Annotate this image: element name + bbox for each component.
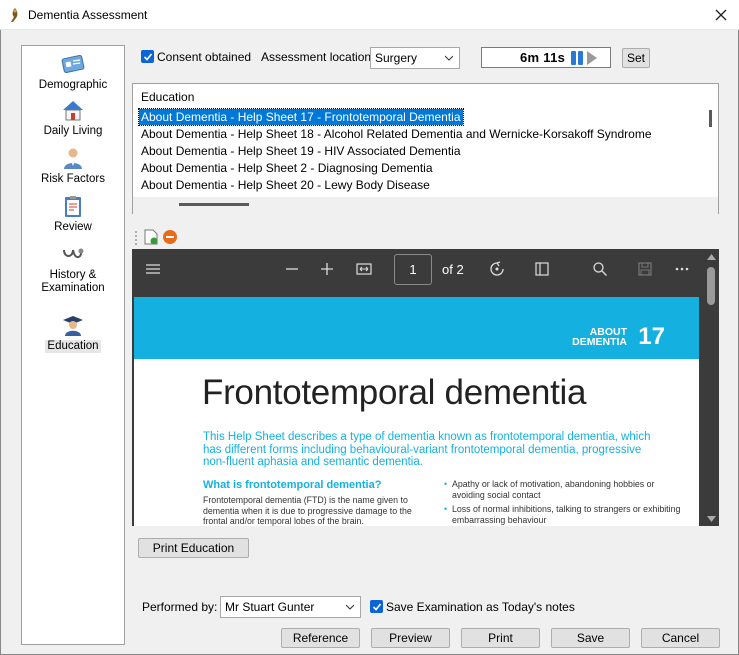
document-bullets: Apathy or lack of motivation, abandoning… bbox=[444, 479, 689, 526]
page-number-input[interactable]: 1 bbox=[394, 254, 432, 285]
preview-button[interactable]: Preview bbox=[371, 628, 450, 648]
timer-value: 6m 11s bbox=[520, 50, 566, 65]
location-select[interactable]: Surgery bbox=[370, 47, 460, 69]
play-icon[interactable] bbox=[586, 50, 598, 66]
help-sheet-number: 17 bbox=[638, 323, 665, 350]
pdf-page: ABOUT DEMENTIA 17 Frontotemporal dementi… bbox=[134, 297, 699, 526]
fit-width-icon[interactable] bbox=[356, 261, 372, 277]
save-exam-checkbox[interactable] bbox=[370, 600, 383, 613]
id-card-icon bbox=[61, 54, 85, 74]
band-dementia: DEMENTIA bbox=[572, 336, 627, 348]
sidebar-item-label: Review bbox=[54, 221, 92, 233]
performed-by-select[interactable]: Mr Stuart Gunter bbox=[220, 596, 361, 618]
app-logo-icon bbox=[11, 7, 18, 22]
reference-button[interactable]: Reference bbox=[281, 628, 360, 648]
pdf-vertical-scrollbar[interactable] bbox=[704, 254, 719, 526]
stethoscope-icon bbox=[63, 248, 84, 259]
location-label: Assessment location: bbox=[261, 50, 375, 64]
sidebar-item-label: History & bbox=[49, 269, 97, 281]
remove-icon[interactable] bbox=[162, 229, 178, 245]
save-disk-icon[interactable] bbox=[637, 261, 653, 277]
checkmark-icon bbox=[372, 602, 381, 611]
more-options-icon[interactable] bbox=[674, 261, 690, 277]
list-item[interactable]: About Dementia - Help Sheet 19 - HIV Ass… bbox=[139, 143, 463, 159]
scroll-down-icon[interactable] bbox=[707, 516, 716, 522]
save-exam-label: Save Examination as Today's notes bbox=[386, 600, 575, 614]
save-button[interactable]: Save bbox=[551, 628, 630, 648]
page-view-icon[interactable] bbox=[534, 261, 550, 277]
document-toolbar bbox=[132, 226, 719, 248]
graduate-icon bbox=[63, 316, 83, 336]
education-list[interactable]: Education About Dementia - Help Sheet 17… bbox=[132, 83, 719, 214]
new-document-icon[interactable] bbox=[144, 229, 158, 245]
sidebar-item-label: Risk Factors bbox=[41, 173, 105, 185]
list-item[interactable]: About Dementia - Help Sheet 2 - Diagnosi… bbox=[139, 160, 435, 176]
scroll-up-icon[interactable] bbox=[707, 254, 716, 260]
sidebar-item-daily-living[interactable]: Daily Living bbox=[22, 98, 124, 138]
horizontal-scrollbar-thumb[interactable] bbox=[179, 203, 249, 206]
close-icon bbox=[715, 9, 727, 21]
education-header: Education bbox=[141, 90, 195, 104]
timer-display: 6m 11s bbox=[481, 47, 611, 68]
document-intro: This Help Sheet describes a type of deme… bbox=[203, 431, 651, 468]
bullet-item: Apathy or lack of motivation, abandoning… bbox=[444, 479, 689, 500]
band-label: ABOUT DEMENTIA bbox=[572, 327, 627, 348]
list-item[interactable]: About Dementia - Help Sheet 17 - Frontot… bbox=[138, 108, 464, 126]
sidebar-item-label: Examination bbox=[41, 282, 105, 294]
zoom-out-icon[interactable] bbox=[284, 261, 300, 277]
menu-icon[interactable] bbox=[145, 261, 161, 277]
sidebar-item-review[interactable]: Review bbox=[22, 194, 124, 234]
rotate-icon[interactable] bbox=[489, 261, 505, 277]
bullet-item: Loss of normal inhibitions, talking to s… bbox=[444, 504, 689, 525]
print-button[interactable]: Print bbox=[461, 628, 540, 648]
doctor-icon bbox=[64, 148, 82, 169]
pause-icon[interactable] bbox=[570, 50, 584, 66]
zoom-in-icon[interactable] bbox=[319, 261, 335, 277]
window-title: Dementia Assessment bbox=[28, 7, 148, 22]
pdf-scrollbar-thumb[interactable] bbox=[707, 267, 715, 305]
list-item[interactable]: About Dementia - Help Sheet 18 - Alcohol… bbox=[139, 126, 654, 142]
consent-label: Consent obtained bbox=[157, 50, 252, 64]
search-icon[interactable] bbox=[592, 261, 608, 277]
page-total: of 2 bbox=[442, 262, 464, 277]
grip-icon bbox=[135, 231, 137, 245]
sidebar-item-education[interactable]: Education bbox=[22, 313, 124, 353]
house-icon bbox=[63, 101, 83, 121]
sidebar-nav: Demographic Daily Living Risk Factors Re… bbox=[21, 45, 125, 645]
print-education-button[interactable]: Print Education bbox=[138, 538, 249, 558]
sidebar-item-history-examination[interactable]: History & Examination bbox=[22, 242, 124, 295]
vertical-scrollbar-thumb[interactable] bbox=[709, 110, 712, 127]
document-title: Frontotemporal dementia bbox=[202, 373, 587, 412]
sidebar-item-label: Daily Living bbox=[43, 125, 103, 137]
document-heading: What is frontotemporal dementia? bbox=[203, 479, 382, 491]
scrollbar-corner bbox=[703, 197, 718, 214]
performed-by-value: Mr Stuart Gunter bbox=[225, 600, 315, 614]
chevron-down-icon bbox=[445, 55, 453, 61]
pdf-toolbar: 1 of 2 bbox=[132, 249, 719, 289]
sidebar-item-risk-factors[interactable]: Risk Factors bbox=[22, 146, 124, 186]
location-value: Surgery bbox=[375, 51, 418, 65]
set-button[interactable]: Set bbox=[622, 48, 650, 68]
consent-checkbox[interactable] bbox=[141, 50, 154, 63]
checkmark-icon bbox=[143, 52, 152, 61]
close-button[interactable] bbox=[711, 5, 731, 25]
pdf-viewer[interactable]: 1 of 2 ABOUT DEMENTIA 17 Frontotemporal … bbox=[132, 249, 719, 526]
cancel-button[interactable]: Cancel bbox=[641, 628, 720, 648]
title-bar: Dementia Assessment bbox=[0, 0, 739, 30]
document-paragraph: Frontotemporal dementia (FTD) is the nam… bbox=[203, 495, 412, 526]
list-item[interactable]: About Dementia - Help Sheet 20 - Lewy Bo… bbox=[139, 177, 432, 193]
sidebar-item-label: Education bbox=[45, 340, 101, 353]
performed-by-label: Performed by: bbox=[142, 600, 218, 614]
pdf-header-band: ABOUT DEMENTIA 17 bbox=[134, 297, 699, 359]
sidebar-item-demographic[interactable]: Demographic bbox=[22, 52, 124, 92]
sidebar-item-label: Demographic bbox=[38, 79, 108, 91]
clipboard-icon bbox=[65, 196, 81, 217]
chevron-down-icon bbox=[346, 604, 354, 610]
